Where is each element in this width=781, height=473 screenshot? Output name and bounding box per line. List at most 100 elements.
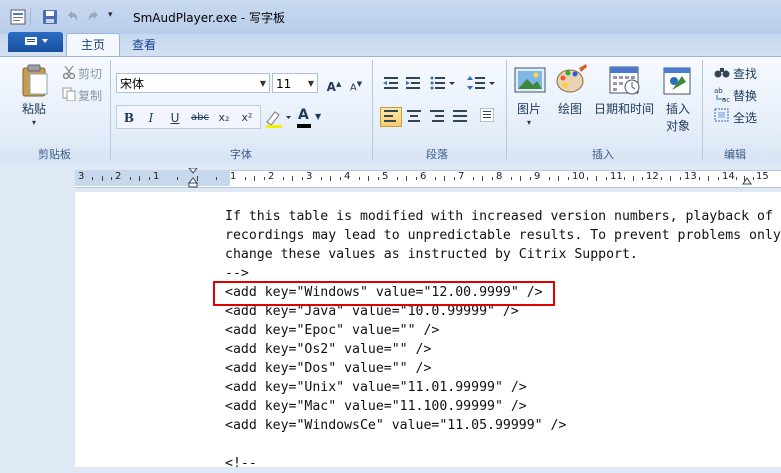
paste-button-label[interactable]: 粘贴 — [22, 100, 46, 117]
undo-icon[interactable] — [64, 9, 80, 25]
ruler-tick — [453, 177, 455, 180]
ruler-tick — [708, 176, 709, 181]
indent-marker-icon[interactable] — [187, 167, 199, 188]
ruler-tick — [396, 177, 398, 180]
picture-icon[interactable] — [514, 66, 546, 96]
group-separator — [372, 60, 373, 160]
select-all-icon[interactable] — [714, 108, 730, 122]
document-line[interactable]: <add key="Dos" value="" /> — [225, 359, 431, 378]
calendar-icon[interactable] — [608, 64, 642, 96]
quick-access-dropdown-icon[interactable]: ▾ — [108, 10, 113, 20]
justify-icon — [453, 110, 467, 122]
document-line[interactable]: <add key="Epoc" value="" /> — [225, 321, 439, 340]
ruler-tick — [215, 177, 217, 180]
insert-object-icon[interactable] — [662, 64, 694, 96]
text-color-button[interactable]: A ▼ — [295, 107, 325, 129]
ruler-tick — [368, 176, 369, 181]
ruler-tick — [406, 176, 407, 181]
ruler-tick — [670, 176, 671, 181]
tab-view[interactable]: 查看 — [125, 36, 163, 54]
paste-icon[interactable] — [18, 64, 52, 98]
document-line[interactable]: <add key="Unix" value="11.01.99999" /> — [225, 378, 527, 397]
strikethrough-button[interactable]: abc — [188, 107, 212, 127]
picture-dropdown-icon[interactable]: ▾ — [527, 118, 531, 127]
scissors-icon[interactable] — [62, 65, 76, 80]
replace-button[interactable]: 替换 — [733, 87, 757, 104]
ruler-tick — [263, 177, 265, 180]
right-indent-marker-icon[interactable] — [742, 176, 752, 186]
paint-button-label[interactable]: 绘图 — [558, 100, 582, 117]
ruler-tick — [139, 176, 140, 181]
copy-button[interactable]: 复制 — [78, 87, 102, 104]
save-icon[interactable] — [42, 9, 58, 25]
ruler-label: 11 — [610, 171, 623, 182]
application-menu-button[interactable] — [8, 32, 63, 52]
ruler-label: 4 — [344, 171, 351, 182]
select-all-button[interactable]: 全选 — [733, 109, 757, 126]
document-line[interactable]: <add key="Os2" value="" /> — [225, 340, 431, 359]
ruler-label: 6 — [420, 171, 427, 182]
underline-button[interactable]: U — [165, 107, 185, 127]
chevron-down-icon: ▼ — [259, 79, 266, 88]
ruler-tick — [717, 177, 719, 180]
replace-icon[interactable]: ab ac — [714, 86, 730, 104]
insert-object-label-line2[interactable]: 对象 — [666, 117, 690, 134]
cut-button[interactable]: 剪切 — [78, 65, 102, 82]
text-color-letter: A — [298, 107, 309, 123]
ruler-label: 8 — [496, 171, 503, 182]
ruler-tick — [129, 177, 131, 180]
superscript-button[interactable]: x² — [237, 107, 257, 127]
ruler-tick — [633, 176, 634, 181]
ruler-tick — [660, 177, 662, 180]
copy-icon[interactable] — [62, 87, 76, 102]
document-line[interactable]: If this table is modified with increased… — [225, 207, 773, 226]
align-right-button[interactable] — [426, 107, 448, 127]
paragraph-settings-button[interactable] — [476, 107, 498, 127]
binoculars-icon[interactable] — [714, 65, 730, 79]
highlighter-icon — [266, 111, 291, 128]
ruler-tick — [605, 177, 607, 180]
clipboard-group-label: 剪贴板 — [38, 148, 71, 161]
ruler-tick — [377, 177, 379, 180]
ruler-tick — [339, 177, 341, 180]
italic-button[interactable]: I — [141, 107, 161, 127]
insert-object-label-line1[interactable]: 插入 — [666, 100, 690, 117]
font-size-select[interactable]: 11 ▼ — [272, 73, 318, 93]
wordpad-app-icon[interactable] — [10, 9, 26, 25]
document-line[interactable]: change these values as instructed by Cit… — [225, 245, 638, 264]
bold-button[interactable]: B — [119, 107, 139, 127]
highlight-color-button[interactable] — [263, 107, 293, 129]
ruler-tick — [586, 177, 588, 180]
ruler-tick — [482, 176, 483, 181]
tab-home[interactable]: 主页 — [66, 33, 120, 58]
paste-dropdown-icon[interactable]: ▾ — [32, 118, 36, 127]
ruler-tick — [292, 176, 293, 181]
text-color-swatch — [297, 124, 311, 128]
ruler-tick — [244, 177, 246, 180]
align-center-button[interactable] — [403, 107, 425, 127]
align-left-button[interactable] — [380, 107, 402, 127]
document-line[interactable]: <!-- — [225, 454, 257, 473]
paint-icon[interactable] — [555, 64, 589, 96]
shrink-font-icon[interactable]: A▼ — [346, 73, 366, 93]
document-line[interactable]: <add key="WindowsCe" value="11.05.99999"… — [225, 416, 566, 435]
decrease-indent-icon — [383, 77, 398, 89]
find-button[interactable]: 查找 — [733, 65, 757, 82]
ruler-label: 3 — [306, 171, 313, 182]
document-line[interactable]: recordings may lead to unpredictable res… — [225, 226, 781, 245]
ruler-tick — [177, 177, 179, 180]
ruler-tick — [110, 177, 112, 180]
justify-button[interactable] — [449, 107, 471, 127]
font-size-value: 11 — [276, 77, 292, 91]
datetime-button-label[interactable]: 日期和时间 — [594, 100, 654, 117]
subscript-button[interactable]: x₂ — [214, 107, 234, 127]
ruler-label: 5 — [382, 171, 389, 182]
redo-icon[interactable] — [86, 9, 102, 25]
font-family-select[interactable]: 宋体 ▼ — [116, 73, 270, 93]
quick-access-divider — [30, 8, 31, 26]
document-line[interactable]: <add key="Mac" value="11.100.99999" /> — [225, 397, 527, 416]
ruler-tick — [491, 177, 493, 180]
picture-button-label[interactable]: 图片 — [517, 100, 541, 117]
ruler-tick — [698, 177, 700, 180]
grow-font-icon[interactable]: A▲ — [324, 73, 344, 94]
